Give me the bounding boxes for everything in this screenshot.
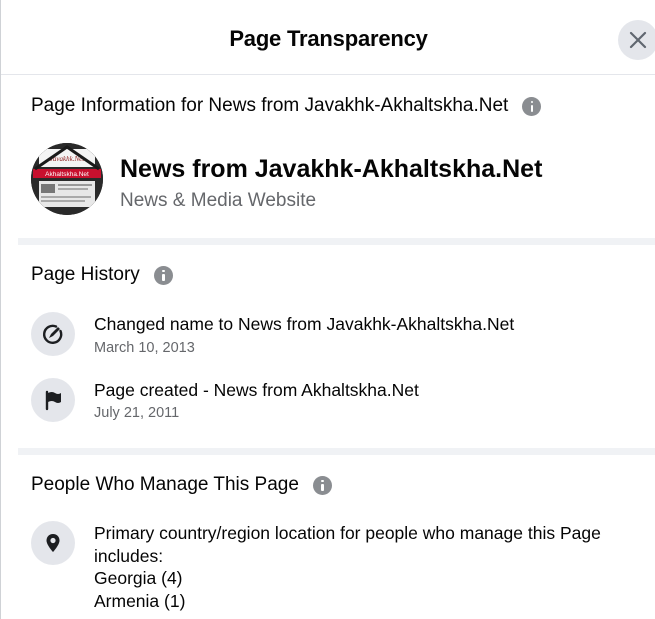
page-category: News & Media Website (120, 190, 317, 211)
history-item-date: March 10, 2013 (94, 340, 195, 356)
country-item: Georgia (4) (94, 568, 183, 588)
page-name: News from Javakhk-Akhaltskha.Net (120, 155, 543, 183)
dialog-title: Page Transparency (229, 26, 428, 51)
location-description: Primary country/region location for peop… (94, 523, 601, 543)
page-avatar-image: Javakhk.Net Akhaltskha.Net (31, 143, 103, 215)
history-item-title: Changed name to News from Javakhk-Akhalt… (94, 314, 515, 334)
dialog-header: Page Transparency (1, 0, 655, 75)
info-icon[interactable] (522, 96, 542, 116)
history-item-title: Page created - News from Akhaltskha.Net (94, 380, 419, 400)
flag-icon (31, 378, 75, 422)
avatar-banner-text: Akhaltskha.Net (45, 171, 89, 178)
country-item: Armenia (1) (94, 590, 186, 611)
location-description-cont: includes: (94, 545, 164, 566)
info-icon[interactable] (153, 265, 173, 285)
page-history-heading: Page History (31, 264, 173, 286)
page-information-heading-text: Page Information for News from Javakhk-A… (31, 95, 509, 116)
close-icon (629, 31, 647, 49)
page-transparency-dialog: Page Transparency Page Information for N… (0, 0, 655, 619)
people-who-manage-heading-text: People Who Manage This Page (31, 474, 299, 495)
section-divider (18, 238, 655, 245)
info-icon[interactable] (312, 475, 332, 495)
page-avatar: Javakhk.Net Akhaltskha.Net (31, 143, 103, 215)
history-item-date: July 21, 2011 (94, 405, 180, 421)
page-history-heading-text: Page History (31, 264, 140, 285)
manager-location-text: Primary country/region location for peop… (94, 522, 655, 612)
location-pin-icon (31, 521, 75, 565)
people-who-manage-heading: People Who Manage This Page (31, 474, 332, 496)
section-divider (18, 448, 655, 455)
name-change-icon (31, 312, 75, 356)
page-information-heading: Page Information for News from Javakhk-A… (31, 95, 542, 117)
close-button[interactable] (618, 20, 655, 60)
